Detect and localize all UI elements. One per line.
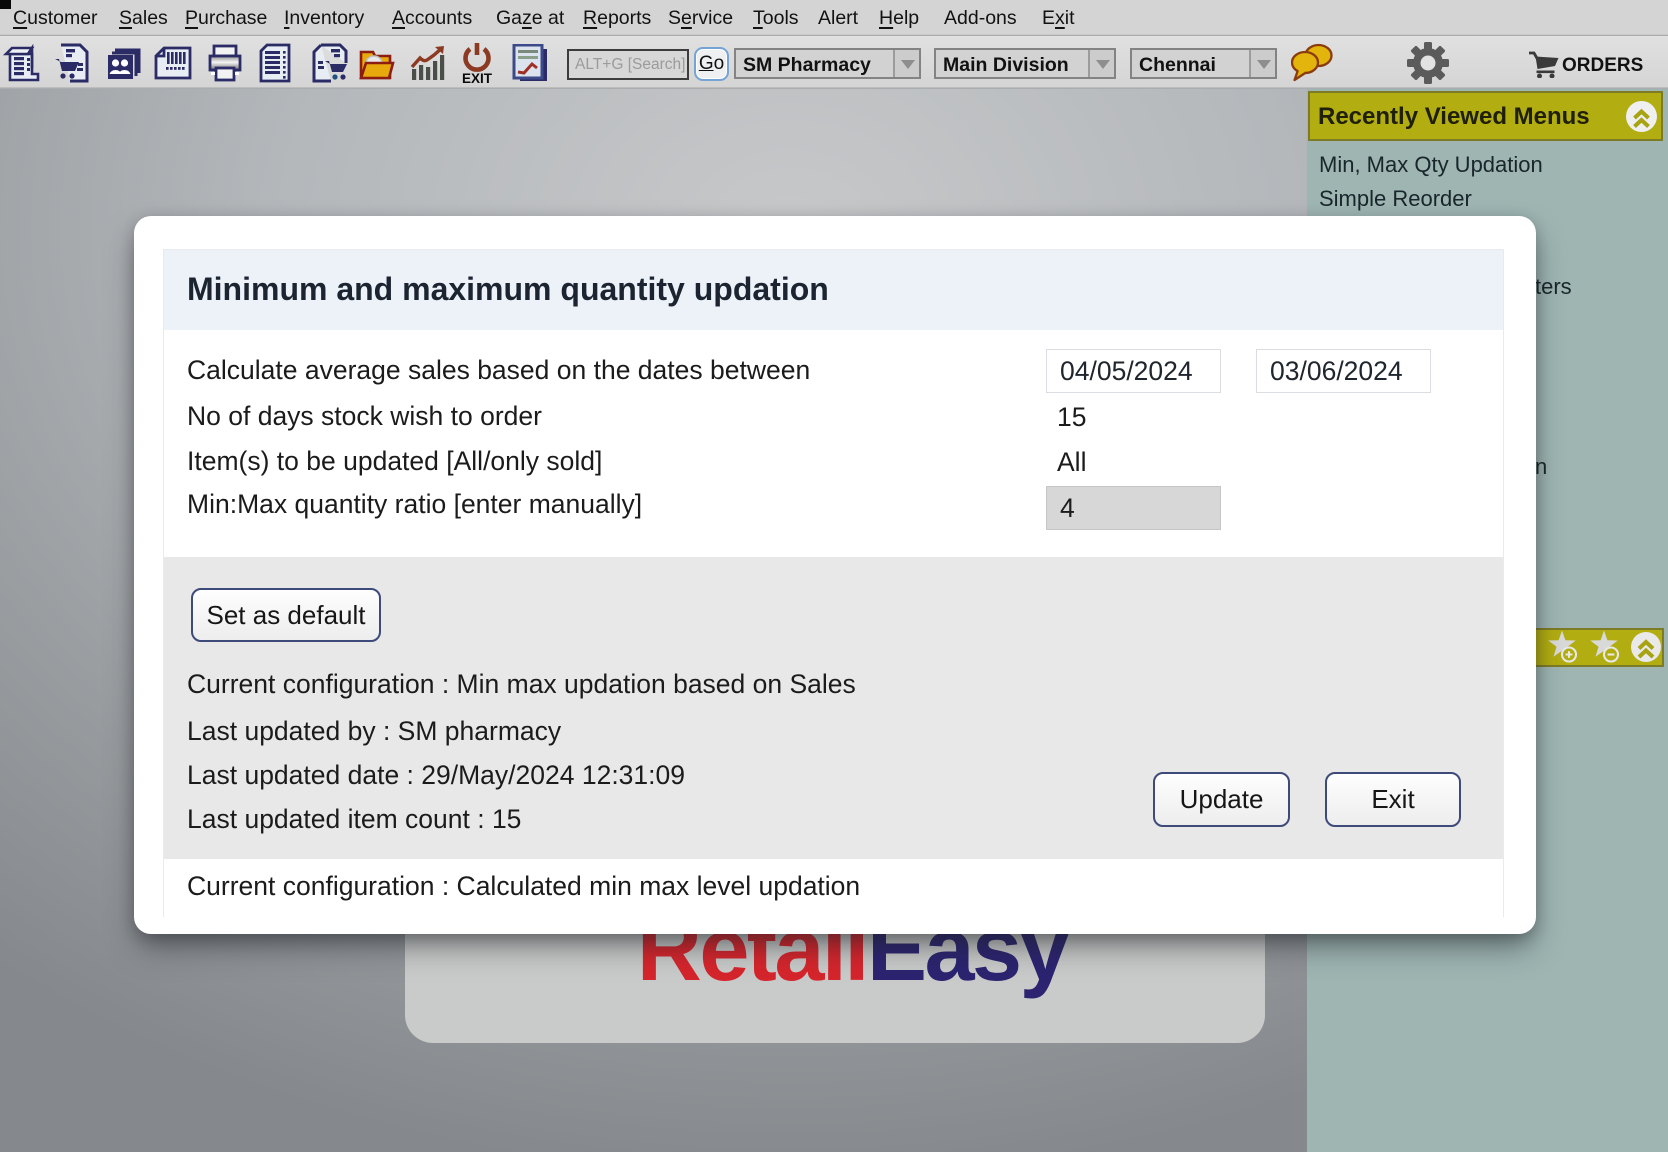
svg-text:EXIT: EXIT — [462, 71, 493, 84]
